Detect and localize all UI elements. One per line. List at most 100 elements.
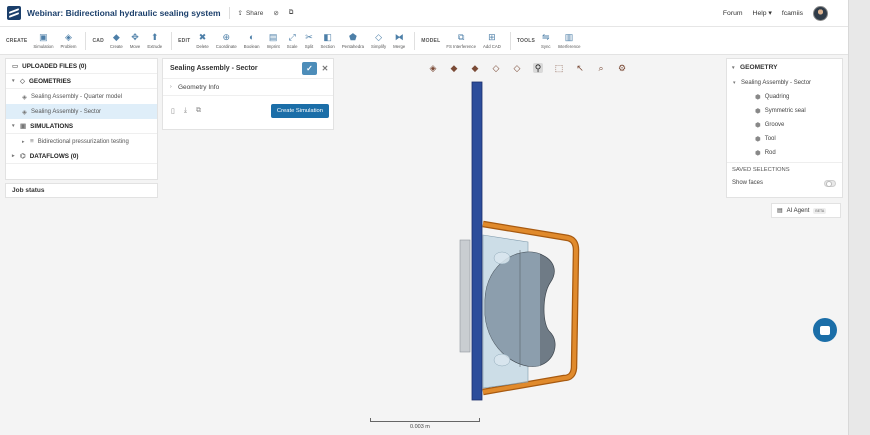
show-faces-toggle[interactable] <box>824 179 836 187</box>
window-edge <box>848 0 870 435</box>
copy-button[interactable]: ⧉ <box>289 9 294 17</box>
interference-button[interactable]: ▥ Interference <box>558 32 581 49</box>
coordinate-button[interactable]: ⊕ Coordinate <box>215 31 237 49</box>
imprint-button[interactable]: ▤ Imprint <box>266 32 280 49</box>
simulation-label: Simulation <box>33 43 54 49</box>
extrude-label: Extrude <box>147 43 163 49</box>
geometries-node[interactable]: ▾ ◇ GEOMETRIES <box>6 74 157 89</box>
add-cad-button[interactable]: ⊞ Add CAD <box>483 32 501 49</box>
close-icon[interactable]: ✕ <box>317 64 333 73</box>
merge-button[interactable]: ⧓ Merge <box>393 31 406 49</box>
create-icon: ◆ <box>112 31 120 42</box>
settings-icon[interactable]: ⚙ <box>617 63 627 73</box>
part-groove[interactable]: ⬢ Groove <box>727 118 842 132</box>
simulation-icon: ▣ <box>20 123 27 130</box>
show-faces-row: Show faces <box>727 176 842 190</box>
create-group-label: CREATE <box>6 37 28 44</box>
geometry-item-quarter[interactable]: ◈ Sealing Assembly - Quarter model <box>6 89 157 104</box>
part-label: Groove <box>764 122 785 128</box>
coordinate-label: Coordinate <box>215 43 237 49</box>
fs-interference-button[interactable]: ⧉ FS Interference <box>446 32 476 49</box>
user-name[interactable]: fcamiis <box>782 10 803 17</box>
create-simulation-button[interactable]: Create Simulation <box>270 104 329 118</box>
pentahedra-icon: ⬟ <box>349 31 357 42</box>
zoom-icon[interactable]: ⌕ <box>596 63 606 73</box>
simulations-node[interactable]: ▾ ▣ SIMULATIONS <box>6 119 157 134</box>
duplicate-icon[interactable]: ⧉ <box>196 107 201 115</box>
scale-label: Scale <box>286 43 298 49</box>
properties-icon[interactable]: ▯ <box>171 107 175 115</box>
dataflow-icon: ⌬ <box>20 153 26 160</box>
simulations-label: SIMULATIONS <box>30 122 74 130</box>
part-symmetric-seal[interactable]: ⬢ Symmetric seal <box>727 104 842 118</box>
divider <box>509 31 511 50</box>
move-label: Move <box>129 43 141 49</box>
geometry-root-node[interactable]: ▾ Sealing Assembly - Sector <box>727 76 842 90</box>
create-button[interactable]: ◆ Create <box>109 31 123 49</box>
part-label: Quadring <box>764 94 790 100</box>
copy-icon: ⧉ <box>288 9 294 16</box>
geometry-tree-panel: ▾ GEOMETRY ▾ Sealing Assembly - Sector ⬢… <box>726 58 843 198</box>
simulation-item[interactable]: ▸ ≡ Bidirectional pressurization testing <box>6 134 157 149</box>
imprint-label: Imprint <box>266 43 280 49</box>
delete-button[interactable]: ✖ Delete <box>196 32 208 49</box>
3d-model-viewport[interactable] <box>440 70 590 410</box>
coordinate-icon: ⊕ <box>222 31 231 42</box>
dataflows-node[interactable]: ▸ ⌬ DATAFLOWS (0) <box>6 149 157 164</box>
create-label: Create <box>109 43 123 49</box>
section-button[interactable]: ◧ Section <box>320 32 335 49</box>
simscale-logo-icon[interactable] <box>7 6 21 20</box>
problem-label: Problem <box>60 43 77 49</box>
geometry-item-icon: ◈ <box>22 93 27 101</box>
pentahedra-button[interactable]: ⬟ Pentahedra <box>342 31 364 49</box>
top-right-menu: Forum Help ▾ fcamiis <box>723 5 828 21</box>
iso-view-icon[interactable]: ◈ <box>428 63 438 73</box>
move-button[interactable]: ✥ Move <box>129 31 141 49</box>
geometry-header-label: GEOMETRY <box>740 64 778 71</box>
boolean-label: Boolean <box>243 43 260 49</box>
part-tool[interactable]: ⬢ Tool <box>727 132 842 146</box>
scale-bar <box>370 418 480 422</box>
problem-button[interactable]: ◈ Problem <box>60 32 77 49</box>
chat-button[interactable] <box>813 318 837 342</box>
avatar[interactable] <box>813 5 828 21</box>
split-button[interactable]: ✂ Split <box>304 32 313 49</box>
part-quadring[interactable]: ⬢ Quadring <box>727 90 842 104</box>
project-title: Webinar: Bidirectional hydraulic sealing… <box>27 8 221 18</box>
simulation-item-label: Bidirectional pressurization testing <box>37 138 129 145</box>
share-icon: ⇪ <box>237 10 243 17</box>
chevron-down-icon: ▾ <box>12 123 15 129</box>
ai-agent-button[interactable]: ▤ AI Agent BETA <box>771 203 841 218</box>
scale-button[interactable]: ⤢ Scale <box>286 31 298 49</box>
uploaded-files-node[interactable]: ▭ UPLOADED FILES (0) <box>6 59 157 74</box>
share-button[interactable]: ⇪ Share <box>237 9 264 18</box>
merge-label: Merge <box>393 43 406 49</box>
extrude-button[interactable]: ⬆ Extrude <box>147 32 163 49</box>
forum-link[interactable]: Forum <box>723 10 743 17</box>
sync-label: Sync <box>541 43 551 49</box>
help-menu[interactable]: Help ▾ <box>753 9 772 17</box>
simplify-icon: ◇ <box>375 31 383 42</box>
geometry-info-row[interactable]: › Geometry Info <box>163 79 333 96</box>
scale-icon: ⤢ <box>288 31 296 42</box>
move-icon: ✥ <box>131 31 139 42</box>
chevron-down-icon: ▾ <box>732 64 735 71</box>
saved-selections-header[interactable]: SAVED SELECTIONS <box>727 162 842 176</box>
download-icon[interactable]: ⤓ <box>184 107 187 115</box>
confirm-button[interactable]: ✓ <box>302 62 317 75</box>
panel-header: Sealing Assembly - Sector ✓ ✕ <box>163 59 333 79</box>
sync-button[interactable]: ⇋ Sync <box>541 32 551 49</box>
link-button[interactable]: ⊘ <box>273 9 278 17</box>
panel-header[interactable]: ▾ GEOMETRY <box>727 59 842 76</box>
job-status-panel[interactable]: Job status <box>5 183 158 198</box>
boolean-button[interactable]: ◐ Boolean <box>243 32 260 49</box>
help-label: Help <box>752 10 767 17</box>
simplify-button[interactable]: ◇ Simplify <box>371 31 386 49</box>
share-label: Share <box>245 9 264 17</box>
part-rod[interactable]: ⬢ Rod <box>727 146 842 160</box>
geometry-item-sector[interactable]: ◈ Sealing Assembly - Sector <box>6 104 157 119</box>
part-label: Symmetric seal <box>764 108 806 114</box>
section-label: Section <box>320 43 335 49</box>
merge-icon: ⧓ <box>394 31 404 42</box>
simulation-button[interactable]: ▣ Simulation <box>33 32 54 49</box>
